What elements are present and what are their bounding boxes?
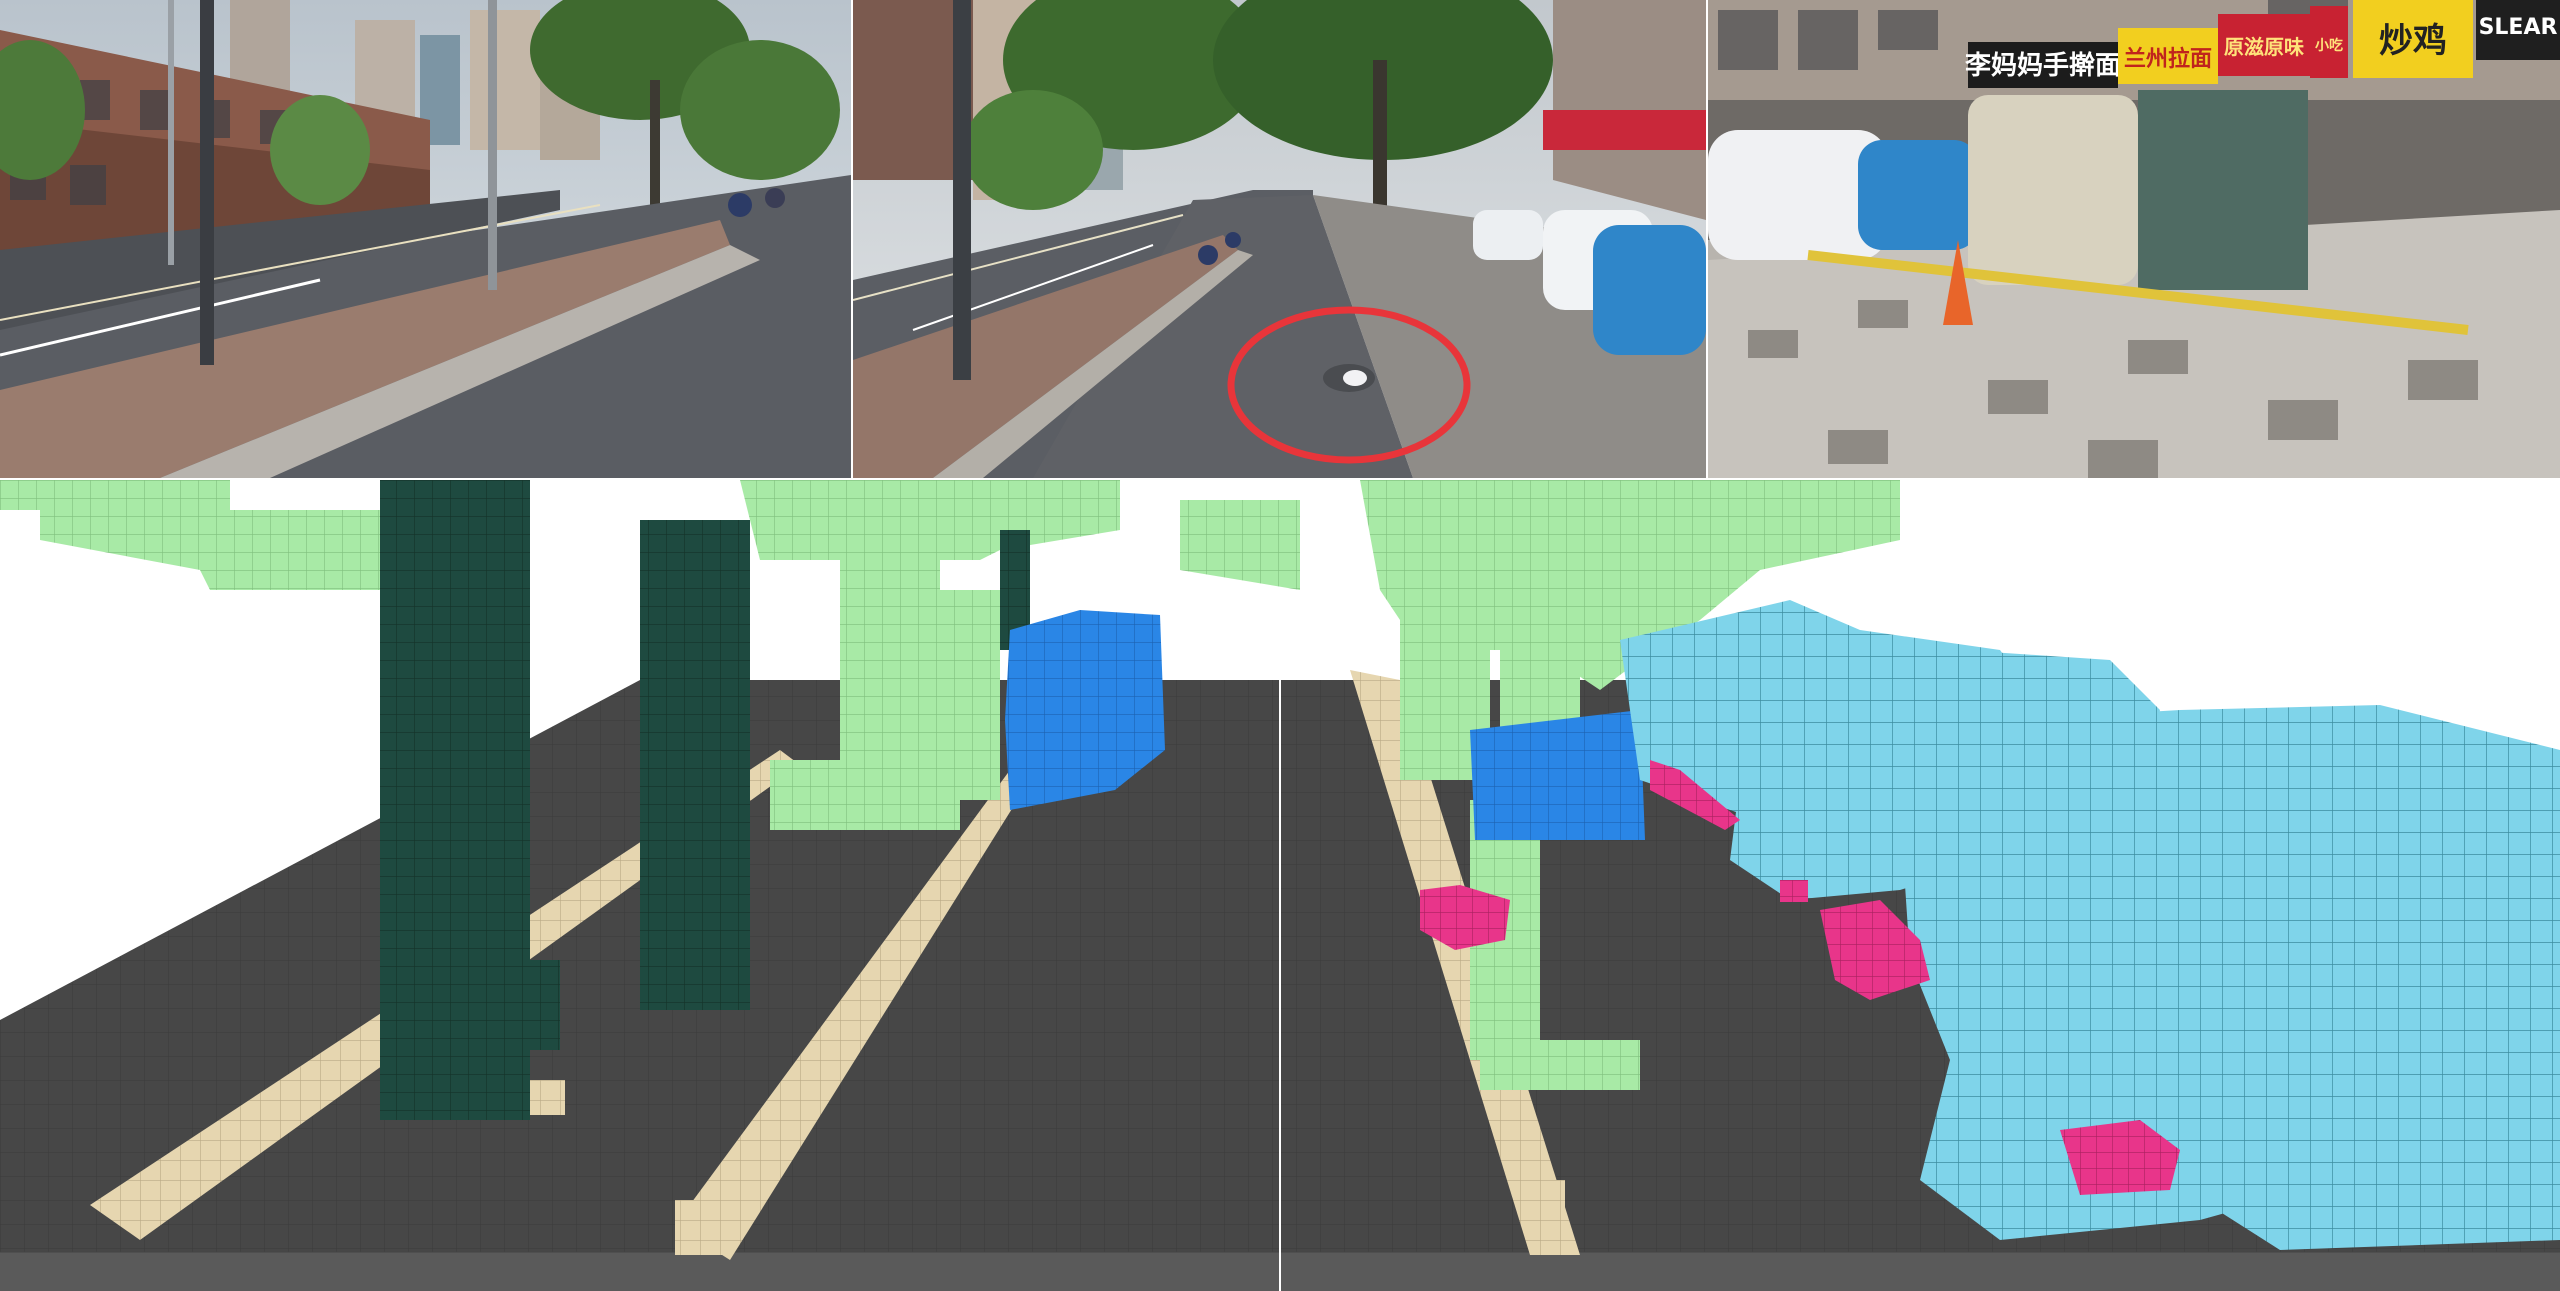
shop-sign-1: 李妈妈手擀面 (1964, 42, 2121, 88)
shop-sign-3-text: 原滋原味 (2224, 35, 2304, 59)
shop-sign-2: 兰州拉面 (2118, 28, 2218, 84)
camera-right-view: 李妈妈手擀面 兰州拉面 原滋原味 小吃 炒鸡 SLEAR (1708, 0, 2560, 478)
shop-sign-5: 炒鸡 (2353, 0, 2473, 78)
occupancy-3d-view (0, 480, 2560, 1291)
shop-sign-1-text: 李妈妈手擀面 (1964, 50, 2121, 81)
shop-sign-6: SLEAR (2476, 0, 2560, 60)
shop-sign-2-text: 兰州拉面 (2124, 46, 2212, 72)
shop-sign-4-text: 小吃 (2315, 37, 2343, 54)
shop-sign-3: 原滋原味 (2218, 14, 2310, 76)
shop-sign-6-text: SLEAR (2479, 15, 2558, 40)
shop-sign-4: 小吃 (2310, 6, 2348, 78)
camera-left-view (0, 0, 851, 478)
shop-sign-5-text: 炒鸡 (2379, 21, 2447, 61)
camera-front-view (853, 0, 1706, 478)
camera-strip: 李妈妈手擀面 兰州拉面 原滋原味 小吃 炒鸡 SLEAR (0, 0, 2560, 478)
